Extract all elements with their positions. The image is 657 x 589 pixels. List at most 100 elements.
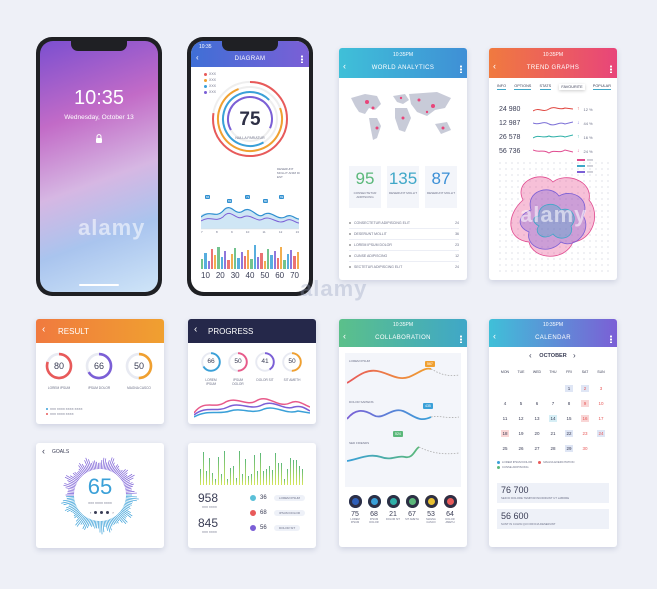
list-item[interactable]: CUNSE ADIPISCING 12 <box>349 251 459 262</box>
collab-stat-value: 21 <box>389 511 397 518</box>
calendar-day[interactable]: 16 <box>581 415 589 422</box>
burst-spike <box>84 465 89 472</box>
collaboration-screen: 10:35PM COLLABORATION ‹ LOREM IPSUM 567 … <box>339 319 467 547</box>
menu-icon[interactable] <box>610 65 612 73</box>
menu-icon[interactable] <box>460 65 462 73</box>
calendar-day[interactable]: 5 <box>517 400 525 407</box>
calendar-day[interactable]: 1 <box>565 385 573 392</box>
calendar-day[interactable]: 28 <box>549 445 557 452</box>
total-card[interactable]: 76 700 SED ID DOLORE TEMPOR INCIDIDUNT U… <box>497 483 609 503</box>
back-icon[interactable]: ‹ <box>493 62 496 71</box>
diagram-screen: 10:35 DIAGRAM ‹ XXX XXX XXX XXX 75 NULLA… <box>191 41 309 292</box>
list-item[interactable]: LOREM IPSUM DOLOR 23 <box>349 240 459 251</box>
x-tick: 9 <box>230 230 233 234</box>
list-item[interactable]: CONSECTETUR ADIPISCING ELIT 24 <box>349 218 459 229</box>
progress-card: ‹ PROGRESS 66 LOREM IPSUM 50 IPSUM DOLOR 41 D… <box>188 319 316 424</box>
calendar-day[interactable]: 6 <box>533 400 541 407</box>
calendar-day[interactable]: 23 <box>581 430 589 437</box>
legend-label: XXX <box>587 164 594 168</box>
list-item[interactable]: SECTETUR ADIPISCING ELIT 24 <box>349 262 459 272</box>
menu-icon[interactable] <box>460 335 462 343</box>
back-icon[interactable]: ‹ <box>42 446 45 456</box>
calendar-day[interactable]: 2 <box>581 385 589 392</box>
tab-stats[interactable]: STATS <box>539 84 552 90</box>
calendar-day[interactable]: 20 <box>533 430 541 437</box>
calendar-day[interactable]: 22 <box>565 430 573 437</box>
calendar-day[interactable]: 25 <box>501 445 509 452</box>
burst-spike <box>101 520 103 535</box>
goals-pager[interactable]: ‹ › <box>90 510 114 515</box>
world-stat: 95 CONSECTETUR ADIPISCING <box>349 166 381 208</box>
legend-label: MAGNA EXERCITATION <box>543 460 575 464</box>
calendar-day[interactable]: 9 <box>581 400 589 407</box>
collab-stat-label: LOREM IPSUM <box>350 518 360 524</box>
trend-value: 56 736 <box>499 147 521 155</box>
collab-stat[interactable]: 68 IPSUM DOLOR <box>366 495 382 524</box>
calendar-day[interactable]: 24 <box>597 430 605 437</box>
list-item-num: 24 <box>455 221 459 225</box>
back-icon[interactable]: ‹ <box>343 62 346 71</box>
goals-card: ‹ GOALS 65 XXX XXXX XXXX ‹ › <box>36 443 164 548</box>
next-month-icon[interactable]: › <box>573 351 576 360</box>
world-analytics-screen: 10:35PM WORLD ANALYTICS ‹ 95 CONSECTETUR… <box>339 48 467 280</box>
calendar-day[interactable]: 15 <box>565 415 573 422</box>
calendar-screen: 10:35PM CALENDAR ‹ ‹ OCTOBER › LOREM IPS… <box>489 319 617 547</box>
value-chip[interactable]: 68 IPSUM DOLOR <box>250 510 306 516</box>
tab-options[interactable]: OPTIONS <box>514 84 532 90</box>
calendar-day[interactable]: 21 <box>549 430 557 437</box>
calendar-day[interactable]: 13 <box>533 415 541 422</box>
ring-value: 50 <box>133 361 144 371</box>
calendar-day[interactable]: 26 <box>517 445 525 452</box>
calendar-day[interactable]: 11 <box>501 415 509 422</box>
calendar-day[interactable]: 30 <box>581 445 589 452</box>
goals-note: XXX XXXX XXXX <box>88 501 112 505</box>
menu-icon[interactable] <box>301 55 303 63</box>
calendar-day[interactable]: 8 <box>565 400 573 407</box>
collab-stat[interactable]: 64 DOLOR AMETH <box>442 495 458 524</box>
calendar-day[interactable]: 12 <box>517 415 525 422</box>
calendar-day[interactable]: 29 <box>565 445 573 452</box>
calendar-day[interactable]: 18 <box>501 430 509 437</box>
tab-popular[interactable]: POPULAR <box>592 84 611 90</box>
collab-stat[interactable]: 67 SIT AMETH <box>404 495 420 521</box>
equalizer-bar <box>303 474 305 485</box>
burst-spike <box>111 465 116 472</box>
x-tick: 8 <box>215 230 218 234</box>
ring-value: 41 <box>261 358 269 365</box>
calendar-day[interactable]: 14 <box>549 415 557 422</box>
burst-spike <box>118 513 128 523</box>
collab-stat[interactable]: 21 DOLOR SIT <box>385 495 401 521</box>
collab-title: COLLABORATION <box>375 335 431 341</box>
value-chip[interactable]: 36 LOREM IPSUM <box>250 495 306 501</box>
menu-icon[interactable] <box>610 335 612 343</box>
burst-spike <box>92 520 95 527</box>
calendar-day[interactable]: 7 <box>549 400 557 407</box>
list-item[interactable]: DESERUNT MOLLIT 36 <box>349 229 459 240</box>
back-icon[interactable]: ‹ <box>194 325 197 335</box>
status-time: 10:35PM <box>392 322 413 328</box>
calendar-day[interactable]: 3 <box>597 385 605 392</box>
value-chip[interactable]: 56 DOLOR SIT <box>250 525 301 531</box>
bar <box>204 253 207 269</box>
bar <box>290 250 293 269</box>
chip-label: IPSUM DOLOR <box>274 510 306 516</box>
collab-stat[interactable]: 75 LOREM IPSUM <box>347 495 363 524</box>
tab-info[interactable]: INFO <box>497 84 507 90</box>
home-indicator[interactable] <box>79 284 119 286</box>
total-card[interactable]: 56 600 SUNT IN CULPA QUI OFFICIA DESERUN… <box>497 509 609 529</box>
back-icon[interactable]: ‹ <box>196 53 199 62</box>
collab-stat[interactable]: 53 MAGNA CASCO <box>423 495 439 524</box>
back-icon[interactable]: ‹ <box>343 332 346 341</box>
calendar-day[interactable]: 17 <box>597 415 605 422</box>
trend-title: TREND GRAPHS <box>526 65 580 71</box>
calendar-day[interactable]: 27 <box>533 445 541 452</box>
calendar-day[interactable]: 4 <box>501 400 509 407</box>
back-icon[interactable]: ‹ <box>493 332 496 341</box>
tab-favourite[interactable]: FAVOURITE <box>559 84 585 90</box>
trend-sparkline <box>533 107 573 112</box>
calendar-day[interactable]: 10 <box>597 400 605 407</box>
back-icon[interactable]: ‹ <box>42 325 45 335</box>
trend-pct: 24 % <box>583 148 593 154</box>
calendar-day[interactable]: 19 <box>517 430 525 437</box>
equalizer-card: 958 XXX XXXX 845 XXX XXXX 36 LOREM IPSUM 6… <box>188 443 316 548</box>
